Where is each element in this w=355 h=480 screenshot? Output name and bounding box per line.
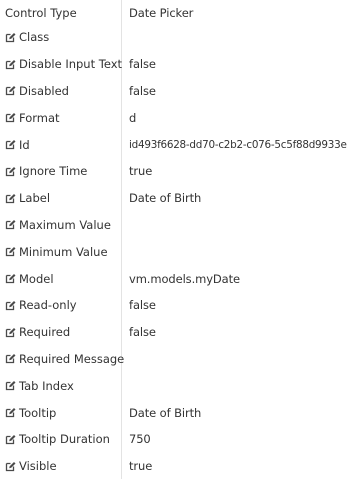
property-name: Maximum Value [5, 212, 111, 239]
edit-icon[interactable] [5, 300, 16, 311]
property-value[interactable]: false [129, 319, 156, 346]
property-name-label: Control Type [5, 6, 77, 21]
property-row-disabled[interactable]: Disabled false [0, 78, 355, 105]
property-row-model[interactable]: Model vm.models.myDate [0, 265, 355, 292]
property-row-label[interactable]: Label Date of Birth [0, 185, 355, 212]
property-name-label: Disabled [19, 83, 69, 98]
edit-icon[interactable] [5, 273, 16, 284]
property-value[interactable]: false [129, 292, 156, 319]
edit-icon[interactable] [5, 353, 16, 364]
edit-icon[interactable] [5, 193, 16, 204]
property-name-label: Required Message [19, 351, 125, 366]
edit-icon[interactable] [5, 112, 16, 123]
property-name: Required Message [5, 346, 124, 373]
property-name-label: Visible [19, 459, 57, 474]
property-value[interactable]: false [129, 78, 156, 105]
property-row-required-message[interactable]: Required Message [0, 346, 355, 373]
edit-icon[interactable] [5, 32, 16, 43]
property-name: Tooltip Duration [5, 426, 110, 453]
property-row-control-type: Control Type Date Picker [0, 0, 355, 27]
property-row-id[interactable]: Id id493f6628-dd70-c2b2-c076-5c5f88d9933… [0, 131, 355, 158]
property-name-label: Format [19, 110, 60, 125]
property-row-ignore-time[interactable]: Ignore Time true [0, 158, 355, 185]
edit-icon[interactable] [5, 461, 16, 472]
edit-icon[interactable] [5, 139, 16, 150]
property-name: Required [5, 319, 70, 346]
property-name: Minimum Value [5, 238, 108, 265]
edit-icon[interactable] [5, 380, 16, 391]
property-name: Disable Input Text [5, 51, 122, 78]
property-row-tab-index[interactable]: Tab Index [0, 372, 355, 399]
property-value: Date Picker [129, 6, 194, 21]
property-name: Model [5, 265, 54, 292]
property-value[interactable]: 750 [129, 426, 151, 453]
property-name: Format [5, 104, 60, 131]
edit-icon[interactable] [5, 246, 16, 257]
property-name-label: Label [19, 191, 51, 206]
property-row-format[interactable]: Format d [0, 104, 355, 131]
property-value[interactable]: false [129, 51, 156, 78]
property-name-label: Disable Input Text [19, 57, 123, 72]
property-row-class[interactable]: Class [0, 24, 355, 51]
property-name: Disabled [5, 78, 69, 105]
property-name: Visible [5, 453, 57, 480]
property-value[interactable]: true [129, 453, 152, 480]
property-row-maximum-value[interactable]: Maximum Value [0, 212, 355, 239]
property-name: Tooltip [5, 399, 56, 426]
property-name: Read-only [5, 292, 77, 319]
property-name: Id [5, 131, 30, 158]
edit-icon[interactable] [5, 166, 16, 177]
property-row-tooltip-duration[interactable]: Tooltip Duration 750 [0, 426, 355, 453]
edit-icon[interactable] [5, 407, 16, 418]
property-name-label: Maximum Value [19, 217, 111, 232]
property-row-required[interactable]: Required false [0, 319, 355, 346]
property-value[interactable]: true [129, 158, 152, 185]
edit-icon[interactable] [5, 434, 16, 445]
property-name-label: Tooltip Duration [19, 432, 110, 447]
property-row-tooltip[interactable]: Tooltip Date of Birth [0, 399, 355, 426]
property-value[interactable]: Date of Birth [129, 185, 201, 212]
property-row-read-only[interactable]: Read-only false [0, 292, 355, 319]
property-name-label: Minimum Value [19, 244, 108, 259]
property-name-label: Ignore Time [19, 164, 88, 179]
property-name-label: Required [19, 325, 71, 340]
property-row-minimum-value[interactable]: Minimum Value [0, 238, 355, 265]
edit-icon[interactable] [5, 59, 16, 70]
property-grid: Control Type Date Picker Class Disable I… [0, 0, 355, 479]
property-value[interactable]: Date of Birth [129, 399, 201, 426]
property-name-label: Id [19, 137, 30, 152]
property-name-label: Read-only [19, 298, 77, 313]
property-name: Ignore Time [5, 158, 87, 185]
property-name-label: Tooltip [19, 405, 57, 420]
property-name-label: Tab Index [19, 378, 74, 393]
property-value[interactable]: vm.models.myDate [129, 265, 240, 292]
property-value[interactable]: d [129, 104, 136, 131]
property-name-label: Model [19, 271, 54, 286]
edit-icon[interactable] [5, 219, 16, 230]
property-name-label: Class [19, 30, 50, 45]
property-row-disable-input-text[interactable]: Disable Input Text false [0, 51, 355, 78]
property-name: Tab Index [5, 372, 74, 399]
edit-icon[interactable] [5, 327, 16, 338]
property-name: Label [5, 185, 50, 212]
property-name: Control Type [5, 0, 77, 27]
property-value[interactable]: id493f6628-dd70-c2b2-c076-5c5f88d9933e [129, 131, 347, 158]
property-name: Class [5, 24, 49, 51]
edit-icon[interactable] [5, 85, 16, 96]
property-row-visible[interactable]: Visible true [0, 453, 355, 480]
